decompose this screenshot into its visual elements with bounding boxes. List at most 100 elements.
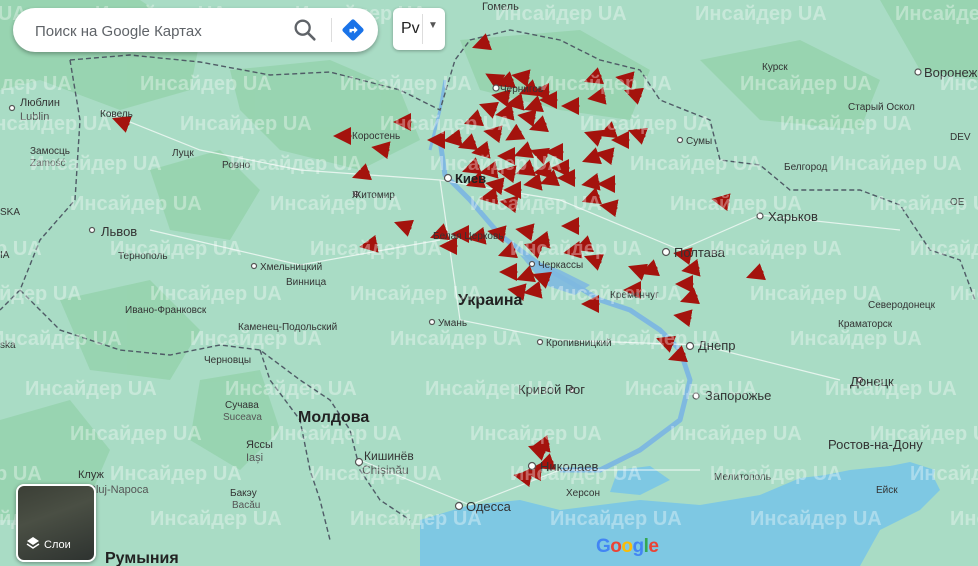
search-divider bbox=[331, 18, 332, 42]
watermark-text: Инсайдер UA bbox=[780, 113, 912, 135]
watermark-text: Инсайдер UA bbox=[740, 73, 872, 95]
watermark-text: Инсайдер UA bbox=[310, 238, 442, 260]
watermark-text: Инсайдер UA bbox=[580, 113, 712, 135]
watermark-text: Инсайдер UA bbox=[30, 153, 162, 175]
drone-arrow bbox=[523, 172, 543, 191]
watermark-text: Инсайдер UA bbox=[0, 113, 112, 135]
drone-arrow bbox=[471, 140, 491, 159]
label-vinnytsia: Винница bbox=[286, 277, 327, 288]
label-bacau: Бакэу bbox=[230, 488, 257, 499]
drone-arrow bbox=[505, 92, 525, 111]
google-logo-letter: G bbox=[596, 536, 611, 557]
watermark-text: Инсайдер UA bbox=[510, 463, 642, 485]
drone-arrow bbox=[523, 280, 543, 299]
watermark-text: Инсайдер UA bbox=[340, 73, 472, 95]
language-switch[interactable]: Рv ▼ bbox=[393, 8, 445, 50]
drone-arrow bbox=[515, 223, 535, 242]
watermark-text: Инсайдер UA bbox=[790, 328, 922, 350]
watermark-text: Инсайдер UA bbox=[550, 283, 682, 305]
drone-arrow bbox=[599, 199, 619, 218]
watermark-text: Инсайдер UA bbox=[550, 508, 682, 530]
label-cluj-latin: Cluj-Napoca bbox=[88, 484, 149, 496]
watermark-text: Инсайдер UA bbox=[350, 283, 482, 305]
label-suceava-latin: Suceava bbox=[223, 412, 262, 423]
watermark-text: Инсайдер UA bbox=[270, 423, 402, 445]
watermark-text: Инсайдер UA bbox=[0, 283, 82, 305]
watermark-text: Инсайдер UA bbox=[495, 3, 627, 25]
drone-arrow bbox=[681, 258, 701, 277]
watermark-text: Инсайдер UA bbox=[695, 3, 827, 25]
label-iasi: Яссы bbox=[246, 439, 273, 451]
label-lviv: Львов bbox=[101, 224, 137, 239]
watermark-text: Инсайдер UA bbox=[0, 238, 42, 260]
label-chernivtsi: Черновцы bbox=[204, 355, 251, 366]
watermark-text: Инсайдер UA bbox=[150, 283, 282, 305]
watermark-text: Инсайдер UA bbox=[910, 463, 978, 485]
watermark-text: Инсайдер UA bbox=[70, 193, 202, 215]
drone-arrow bbox=[587, 86, 607, 105]
watermark-text: Инсайдер UA bbox=[190, 328, 322, 350]
watermark-text: Инсайдер UA bbox=[470, 193, 602, 215]
watermark-text: Инсайдер UA bbox=[510, 238, 642, 260]
label-yeysk: Ейск bbox=[876, 485, 898, 496]
layers-button[interactable]: Слои bbox=[16, 484, 96, 562]
watermark-text: Инсайдер UA bbox=[940, 73, 978, 95]
directions-icon[interactable] bbox=[339, 16, 367, 44]
label-partial-dev: DEV bbox=[950, 132, 971, 143]
label-bila-tserkva: Белая Церковь bbox=[433, 231, 503, 242]
drone-arrow bbox=[581, 172, 601, 191]
label-ivano-frankivsk: Ивано-Франковск bbox=[125, 305, 207, 316]
watermark-text: Инсайдер UA bbox=[430, 153, 562, 175]
label-chernihiv: Чернигов bbox=[500, 84, 543, 95]
drone-arrow bbox=[511, 69, 531, 88]
label-belgorod: Белгород bbox=[784, 162, 828, 173]
layers-label: Слои bbox=[44, 539, 71, 551]
search-box bbox=[13, 8, 378, 52]
google-logo: Google bbox=[596, 536, 659, 558]
search-icon[interactable] bbox=[291, 16, 319, 44]
google-logo-letter: o bbox=[610, 536, 622, 557]
watermark-text: Инсайдер UA bbox=[110, 238, 242, 260]
watermark-text: Инсайдер UA bbox=[270, 193, 402, 215]
watermark-text: Инсайдер UA bbox=[540, 73, 672, 95]
search-input[interactable] bbox=[33, 14, 287, 48]
drone-arrow bbox=[673, 309, 693, 328]
label-suceava: Сучава bbox=[225, 400, 259, 411]
drone-arrow bbox=[517, 109, 537, 128]
watermark-text: Инсайдер UA bbox=[0, 73, 72, 95]
label-khmelnytskyi: Хмельницкий bbox=[260, 262, 322, 273]
watermark-text: Инсайдер UA bbox=[630, 153, 762, 175]
watermark-text: Инсайдер UA bbox=[310, 463, 442, 485]
watermark-text: Инсайдер UA bbox=[180, 113, 312, 135]
watermark-text: Инсайдер UA bbox=[225, 378, 357, 400]
watermark-text: Инсайдер UA bbox=[0, 463, 42, 485]
watermark-text: Инсайдер UA bbox=[0, 328, 122, 350]
drone-arrow bbox=[443, 128, 463, 147]
map-canvas[interactable]: Гомель Люблин Lublin Замосць Zamość Кове… bbox=[0, 0, 978, 566]
watermark-text: Инсайдер UA bbox=[230, 153, 362, 175]
watermark-text: Инсайдер UA bbox=[870, 193, 978, 215]
label-cherkasy: Черкассы bbox=[538, 260, 583, 271]
language-label: Рv bbox=[401, 20, 420, 37]
label-chisinau: Кишинёв bbox=[364, 449, 414, 463]
watermark-text: Инсайдер UA bbox=[895, 3, 978, 25]
watermark-text: Инсайдер UA bbox=[590, 328, 722, 350]
watermark-text: Инсайдер UA bbox=[950, 283, 978, 305]
watermark-text: Инсайдер UA bbox=[750, 283, 882, 305]
watermark-text: Инсайдер UA bbox=[390, 328, 522, 350]
watermark-text: Инсайдер UA bbox=[425, 378, 557, 400]
layers-icon bbox=[26, 537, 40, 549]
label-romania: Румыния bbox=[105, 550, 179, 566]
label-cluj: Клуж bbox=[78, 469, 104, 481]
label-sumy: Сумы bbox=[686, 136, 712, 147]
label-lutsk: Луцк bbox=[172, 148, 194, 159]
drone-arrow bbox=[595, 147, 615, 166]
google-logo-letter: e bbox=[648, 536, 659, 557]
watermark-text: Инсайдер UA bbox=[25, 378, 157, 400]
watermark-text: Инсайдер UA bbox=[110, 463, 242, 485]
google-logo-letter: g bbox=[632, 536, 645, 557]
drone-arrow bbox=[485, 177, 505, 196]
watermark-text: Инсайдер UA bbox=[910, 238, 978, 260]
watermark-text: Инсайдер UA bbox=[750, 508, 882, 530]
label-iasi-latin: Iași bbox=[246, 452, 263, 464]
